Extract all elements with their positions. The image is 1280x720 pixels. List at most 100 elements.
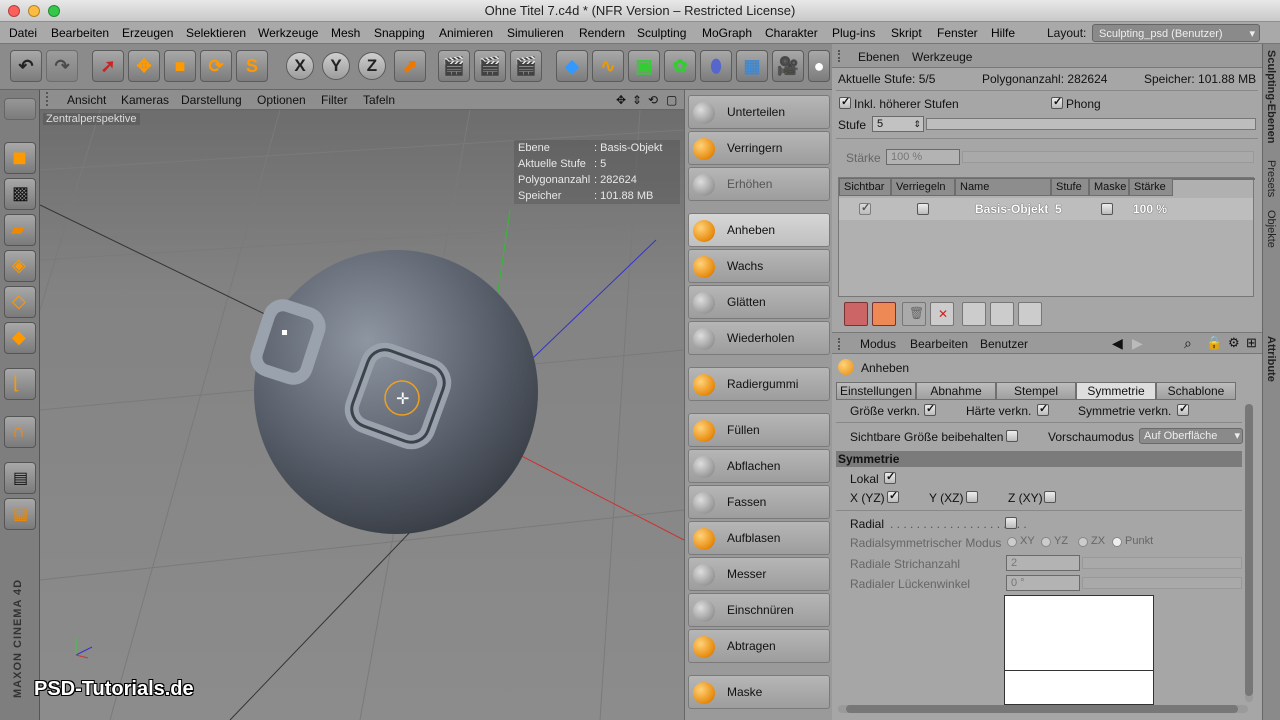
mode-xy-radio[interactable] — [1007, 537, 1017, 547]
add-folder-button[interactable] — [872, 302, 896, 326]
side-tab-sculpting-ebenen[interactable]: Sculpting-Ebenen — [1265, 50, 1277, 144]
inkl-hoeherer-stufen-checkbox[interactable] — [839, 95, 851, 109]
column-sichtbar[interactable]: Sichtbar — [839, 178, 891, 196]
symmetrie-verkn-checkbox[interactable] — [1177, 402, 1189, 416]
brush-abflachen[interactable]: Abflachen — [688, 449, 830, 483]
model-mode-button[interactable]: ◼ — [4, 142, 36, 174]
workplane-lock-button[interactable]: ▤ — [4, 462, 36, 494]
zoom-window-button[interactable] — [48, 5, 60, 17]
merge-layer-button[interactable] — [990, 302, 1014, 326]
brush-messer[interactable]: Messer — [688, 557, 830, 591]
nurbs-button[interactable]: ▣ — [628, 50, 660, 82]
back-arrow-icon[interactable]: ◀ — [1112, 335, 1123, 352]
brush-wiederholen[interactable]: Wiederholen — [688, 321, 830, 355]
sichtbar-checkbox[interactable] — [859, 201, 871, 215]
clear-layer-button[interactable]: ✕ — [930, 302, 954, 326]
attr-menu-bearbeiten[interactable]: Bearbeiten — [910, 337, 968, 351]
polygons-mode-button[interactable]: ◆ — [4, 322, 36, 354]
brush-maske[interactable]: Maske — [688, 675, 830, 709]
copy-layer-button[interactable] — [962, 302, 986, 326]
menu-mesh[interactable]: Mesh — [331, 26, 360, 40]
staerke-input[interactable]: 100 % — [886, 149, 960, 165]
render-picture-viewer-button[interactable]: 🎬 — [474, 50, 506, 82]
brush-abtragen[interactable]: Abtragen — [688, 629, 830, 663]
column-verriegeln[interactable]: Verriegeln — [891, 178, 955, 196]
attr-scrollbar[interactable] — [1245, 404, 1253, 702]
menu-selektieren[interactable]: Selektieren — [186, 26, 246, 40]
settings-icon[interactable]: ⚙ — [1228, 335, 1240, 351]
flatten-layer-button[interactable] — [1018, 302, 1042, 326]
palette-grip[interactable] — [4, 98, 36, 120]
viewport-menu-tafeln[interactable]: Tafeln — [363, 93, 395, 107]
scale-tool-button[interactable]: ■ — [164, 50, 196, 82]
brush-einschnueren[interactable]: Einschnüren — [688, 593, 830, 627]
viewport-menu-optionen[interactable]: Optionen — [257, 93, 306, 107]
mode-zx-radio[interactable] — [1078, 537, 1088, 547]
maximize-view-icon[interactable]: ▢ — [666, 93, 677, 107]
sichtbare-groesse-checkbox[interactable] — [1006, 430, 1018, 442]
side-tab-objekte[interactable]: Objekte — [1265, 210, 1277, 248]
workplane-button[interactable]: ▰ — [4, 214, 36, 246]
menu-simulieren[interactable]: Simulieren — [507, 26, 564, 40]
vorschaumodus-select[interactable]: Auf Oberfläche ▾ — [1139, 428, 1243, 444]
column-stufe[interactable]: Stufe — [1051, 178, 1089, 196]
menu-mograph[interactable]: MoGraph — [702, 26, 752, 40]
radial-checkbox[interactable] — [1005, 517, 1017, 529]
verriegeln-checkbox[interactable] — [917, 203, 929, 215]
brush-aufblasen[interactable]: Aufblasen — [688, 521, 830, 555]
render-settings-button[interactable]: 🎬 — [510, 50, 542, 82]
phong-checkbox[interactable] — [1051, 95, 1063, 109]
move-tool-button[interactable]: ✥ — [128, 50, 160, 82]
search-icon[interactable]: ⌕ — [1184, 335, 1192, 352]
tab-stempel[interactable]: Stempel — [996, 382, 1076, 400]
tab-abnahme[interactable]: Abnahme — [916, 382, 996, 400]
column-name[interactable]: Name — [955, 178, 1051, 196]
column-maske[interactable]: Maske — [1089, 178, 1129, 196]
render-view-button[interactable]: 🎬 — [438, 50, 470, 82]
axis-y-button[interactable]: Y — [322, 52, 350, 80]
maske-checkbox[interactable] — [1101, 203, 1113, 215]
viewport-menu-filter[interactable]: Filter — [321, 93, 348, 107]
edges-mode-button[interactable]: ◇ — [4, 286, 36, 318]
stufe-slider[interactable] — [926, 118, 1256, 130]
minimize-window-button[interactable] — [28, 5, 40, 17]
haerte-verkn-checkbox[interactable] — [1037, 402, 1049, 416]
tab-werkzeuge[interactable]: Werkzeuge — [912, 50, 972, 64]
menu-werkzeuge[interactable]: Werkzeuge — [258, 26, 318, 40]
axis-z-button[interactable]: Z — [358, 52, 386, 80]
spline-button[interactable]: ∿ — [592, 50, 624, 82]
brush-erhoehen[interactable]: Erhöhen — [688, 167, 830, 201]
brush-wachs[interactable]: Wachs — [688, 249, 830, 283]
menu-charakter[interactable]: Charakter — [765, 26, 818, 40]
layout-select[interactable]: Sculpting_psd (Benutzer) ▾ — [1092, 24, 1260, 42]
side-tab-attribute[interactable]: Attribute — [1265, 336, 1277, 382]
floor-button[interactable]: ▦ — [736, 50, 768, 82]
side-tab-presets[interactable]: Presets — [1265, 160, 1277, 197]
menu-datei[interactable]: Datei — [9, 26, 37, 40]
attr-scroll-thumb[interactable] — [1245, 404, 1253, 696]
live-selection-button[interactable]: ➚ — [92, 50, 124, 82]
menu-plugins[interactable]: Plug-ins — [832, 26, 875, 40]
brush-glaetten[interactable]: Glätten — [688, 285, 830, 319]
viewport[interactable]: ✛ Zentralperspektive Ebene: Basis-Objekt… — [40, 110, 684, 720]
viewport-menu-kameras[interactable]: Kameras — [121, 93, 169, 107]
lock-icon[interactable]: 🔒 — [1206, 335, 1222, 351]
rotate-tool-button[interactable]: ⟳ — [200, 50, 232, 82]
new-window-icon[interactable]: ⊞ — [1246, 335, 1257, 351]
lueckenwinkel-slider[interactable] — [1082, 577, 1242, 589]
menu-sculpting[interactable]: Sculpting — [637, 26, 686, 40]
axis-mode-button[interactable]: ⌊ — [4, 368, 36, 400]
menu-animieren[interactable]: Animieren — [439, 26, 493, 40]
quantize-button[interactable]: ▦ — [4, 498, 36, 530]
mode-punkt-radio[interactable] — [1112, 537, 1122, 547]
table-row[interactable]: Basis-Objekt 5 100 % — [839, 198, 1253, 220]
menu-erzeugen[interactable]: Erzeugen — [122, 26, 173, 40]
brush-verringern[interactable]: Verringern — [688, 131, 830, 165]
attr-hscroll-thumb[interactable] — [846, 705, 1238, 713]
attr-menu-modus[interactable]: Modus — [860, 337, 896, 351]
delete-layer-button[interactable]: 🗑 — [902, 302, 926, 326]
lokal-checkbox[interactable] — [884, 470, 896, 484]
menu-fenster[interactable]: Fenster — [937, 26, 978, 40]
lueckenwinkel-input[interactable]: 0 ° — [1006, 575, 1080, 591]
sym-z-checkbox[interactable] — [1044, 491, 1056, 503]
